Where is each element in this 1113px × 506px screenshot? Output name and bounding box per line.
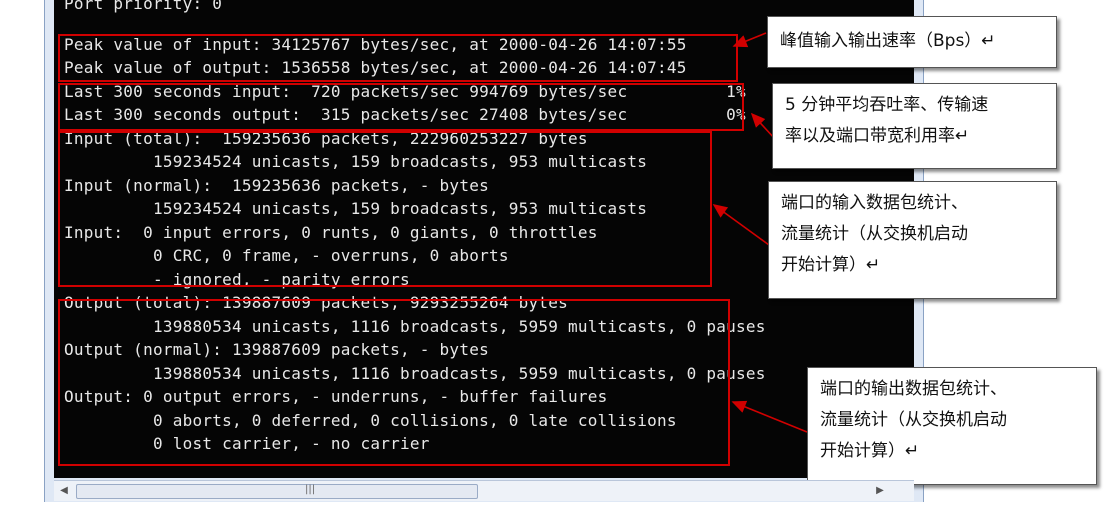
grip-icon: ||| (305, 484, 316, 495)
peak-arrow (732, 32, 767, 48)
input-arrow (712, 204, 770, 246)
input-stats-callout: 端口的输入数据包统计、 流量统计（从交换机启动 开始计算）↵ (768, 181, 1057, 299)
average-rate-callout: 5 分钟平均吞吐率、传输速 率以及端口带宽利用率↵ (772, 83, 1057, 169)
scrollbar-thumb[interactable]: ||| (76, 484, 478, 499)
output-stats-callout: 端口的输出数据包统计、 流量统计（从交换机启动 开始计算）↵ (807, 367, 1097, 485)
scroll-right-icon[interactable]: ▶ (872, 483, 888, 499)
scroll-left-icon[interactable]: ◀ (56, 483, 72, 499)
output-arrow (731, 400, 808, 433)
horizontal-scrollbar[interactable]: ◀ ||| ▶ (54, 480, 914, 501)
peak-rate-callout: 峰值输入输出速率（Bps）↵ (767, 16, 1057, 68)
